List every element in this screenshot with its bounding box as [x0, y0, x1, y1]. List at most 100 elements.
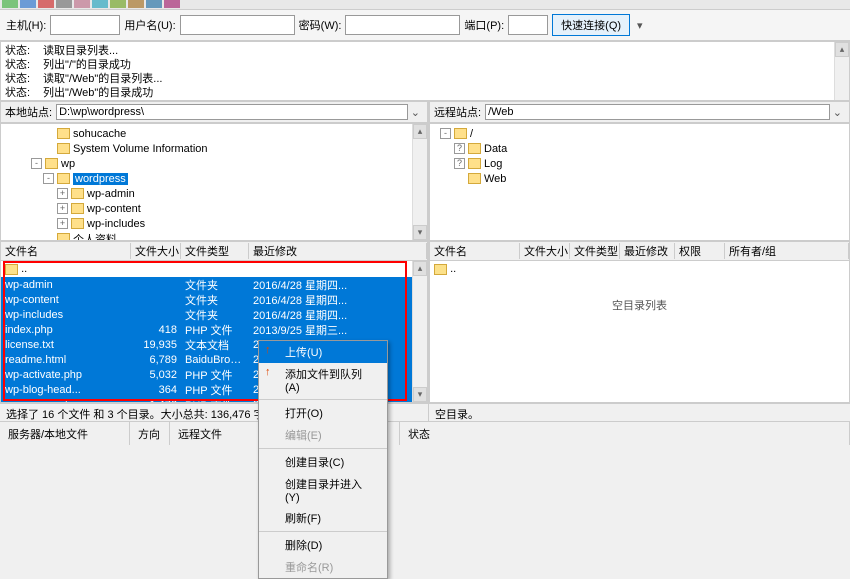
port-label: 端口(P): — [464, 17, 504, 33]
menu-edit: 编辑(E) — [259, 424, 387, 446]
expander-icon[interactable]: - — [43, 173, 54, 184]
menu-upload[interactable]: ↑上传(U) — [259, 341, 387, 363]
toolbar-icon[interactable] — [146, 0, 162, 8]
toolbar-icon[interactable] — [164, 0, 180, 8]
file-row[interactable]: wp-admin文件夹2016/4/28 星期四... — [1, 277, 427, 292]
remote-file-list[interactable]: .. 空目录列表 — [429, 261, 850, 403]
tree-node[interactable]: -/ — [432, 126, 847, 141]
remote-tree[interactable]: -/?Data?LogWeb — [429, 123, 850, 241]
host-input[interactable] — [50, 15, 120, 35]
port-input[interactable] — [508, 15, 548, 35]
col-name[interactable]: 文件名 — [1, 243, 131, 259]
file-row[interactable]: wp-includes文件夹2016/4/28 星期四... — [1, 307, 427, 322]
tree-node[interactable]: -wordpress — [3, 171, 425, 186]
local-site-label: 本地站点: — [5, 104, 52, 120]
tree-node[interactable]: 个人资料 — [3, 231, 425, 241]
tree-node[interactable]: +wp-includes — [3, 216, 425, 231]
menu-refresh[interactable]: 刷新(F) — [259, 507, 387, 529]
menu-mkdir-cd[interactable]: 创建目录并进入(Y) — [259, 473, 387, 507]
updir-row[interactable]: .. — [430, 261, 849, 277]
menu-open[interactable]: 打开(O) — [259, 402, 387, 424]
expander-icon[interactable]: ? — [454, 158, 465, 169]
upload-icon: ↑ — [265, 366, 277, 378]
expander-icon[interactable]: - — [31, 158, 42, 169]
folder-icon — [57, 143, 70, 154]
status-log: 状态:读取目录列表...状态:列出"/"的目录成功状态:读取"/Web"的目录列… — [0, 41, 850, 101]
col-name[interactable]: 文件名 — [430, 243, 520, 259]
tree-node[interactable]: sohucache — [3, 126, 425, 141]
col-status[interactable]: 状态 — [400, 422, 850, 445]
col-type[interactable]: 文件类型 — [570, 243, 620, 259]
file-row[interactable]: index.php418PHP 文件2013/9/25 星期三... — [1, 322, 427, 337]
empty-message: 空目录列表 — [430, 277, 849, 313]
col-size[interactable]: 文件大小 — [520, 243, 570, 259]
quickconnect-button[interactable]: 快速连接(Q) — [552, 14, 630, 36]
folder-icon — [71, 218, 84, 229]
col-size[interactable]: 文件大小 — [131, 243, 181, 259]
local-path-input[interactable] — [56, 104, 408, 120]
local-tree[interactable]: sohucacheSystem Volume Information-wp-wo… — [0, 123, 428, 241]
tree-node[interactable]: -wp — [3, 156, 425, 171]
toolbar-icon[interactable] — [2, 0, 18, 8]
updir-label: .. — [450, 263, 456, 275]
col-direction[interactable]: 方向 — [130, 422, 170, 445]
tree-node[interactable]: ?Log — [432, 156, 847, 171]
folder-icon — [468, 173, 481, 184]
tree-node[interactable]: ? Data — [432, 141, 847, 156]
tree-node[interactable]: +wp-content — [3, 201, 425, 216]
folder-icon — [71, 188, 84, 199]
expander-icon[interactable]: + — [57, 188, 68, 199]
quickconnect-dropdown[interactable]: ▾ — [634, 19, 646, 32]
tree-label: wp-admin — [87, 188, 135, 200]
col-perm[interactable]: 权限 — [675, 243, 725, 259]
toolbar-icon[interactable] — [110, 0, 126, 8]
chevron-down-icon[interactable]: ⌄ — [830, 106, 845, 119]
remote-status-footer: 空目录。 — [429, 403, 850, 421]
menu-add-queue[interactable]: ↑添加文件到队列(A) — [259, 363, 387, 397]
scrollbar[interactable]: ▴▾ — [412, 261, 427, 402]
pass-input[interactable] — [345, 15, 460, 35]
scroll-up-icon[interactable]: ▴ — [835, 42, 849, 57]
updir-label: .. — [21, 263, 27, 275]
tree-label: / — [470, 128, 473, 140]
col-server[interactable]: 服务器/本地文件 — [0, 422, 130, 445]
col-owner[interactable]: 所有者/组 — [725, 243, 849, 259]
toolbar — [0, 0, 850, 10]
folder-icon — [71, 203, 84, 214]
folder-icon — [454, 128, 467, 139]
scrollbar[interactable]: ▴▾ — [412, 124, 427, 240]
toolbar-icon[interactable] — [38, 0, 54, 8]
scrollbar[interactable]: ▴ — [834, 42, 849, 100]
tree-node[interactable]: + wp-admin — [3, 186, 425, 201]
expander-icon[interactable]: + — [57, 203, 68, 214]
tree-label: sohucache — [73, 128, 126, 140]
menu-delete[interactable]: 删除(D) — [259, 534, 387, 556]
tree-label: Data — [484, 143, 507, 155]
menu-rename: 重命名(R) — [259, 556, 387, 578]
col-modified[interactable]: 最近修改 — [249, 243, 427, 259]
tree-node[interactable]: System Volume Information — [3, 141, 425, 156]
col-type[interactable]: 文件类型 — [181, 243, 249, 259]
toolbar-icon[interactable] — [56, 0, 72, 8]
expander-icon[interactable]: + — [57, 218, 68, 229]
remote-list-header: 文件名 文件大小 文件类型 最近修改 权限 所有者/组 — [429, 241, 850, 261]
col-modified[interactable]: 最近修改 — [620, 243, 675, 259]
host-label: 主机(H): — [6, 17, 46, 33]
toolbar-icon[interactable] — [20, 0, 36, 8]
updir-row[interactable]: .. — [1, 261, 427, 277]
folder-icon — [57, 128, 70, 139]
tree-label: Web — [484, 173, 506, 185]
tree-node[interactable]: Web — [432, 171, 847, 186]
toolbar-icon[interactable] — [92, 0, 108, 8]
toolbar-icon[interactable] — [128, 0, 144, 8]
folder-icon — [5, 264, 18, 275]
chevron-down-icon[interactable]: ⌄ — [408, 106, 423, 119]
quickconnect-bar: 主机(H): 用户名(U): 密码(W): 端口(P): 快速连接(Q) ▾ — [0, 10, 850, 41]
expander-icon[interactable]: - — [440, 128, 451, 139]
toolbar-icon[interactable] — [74, 0, 90, 8]
user-input[interactable] — [180, 15, 295, 35]
expander-icon[interactable]: ? — [454, 143, 465, 154]
menu-mkdir[interactable]: 创建目录(C) — [259, 451, 387, 473]
remote-path-input[interactable] — [485, 104, 830, 120]
file-row[interactable]: wp-content文件夹2016/4/28 星期四... — [1, 292, 427, 307]
